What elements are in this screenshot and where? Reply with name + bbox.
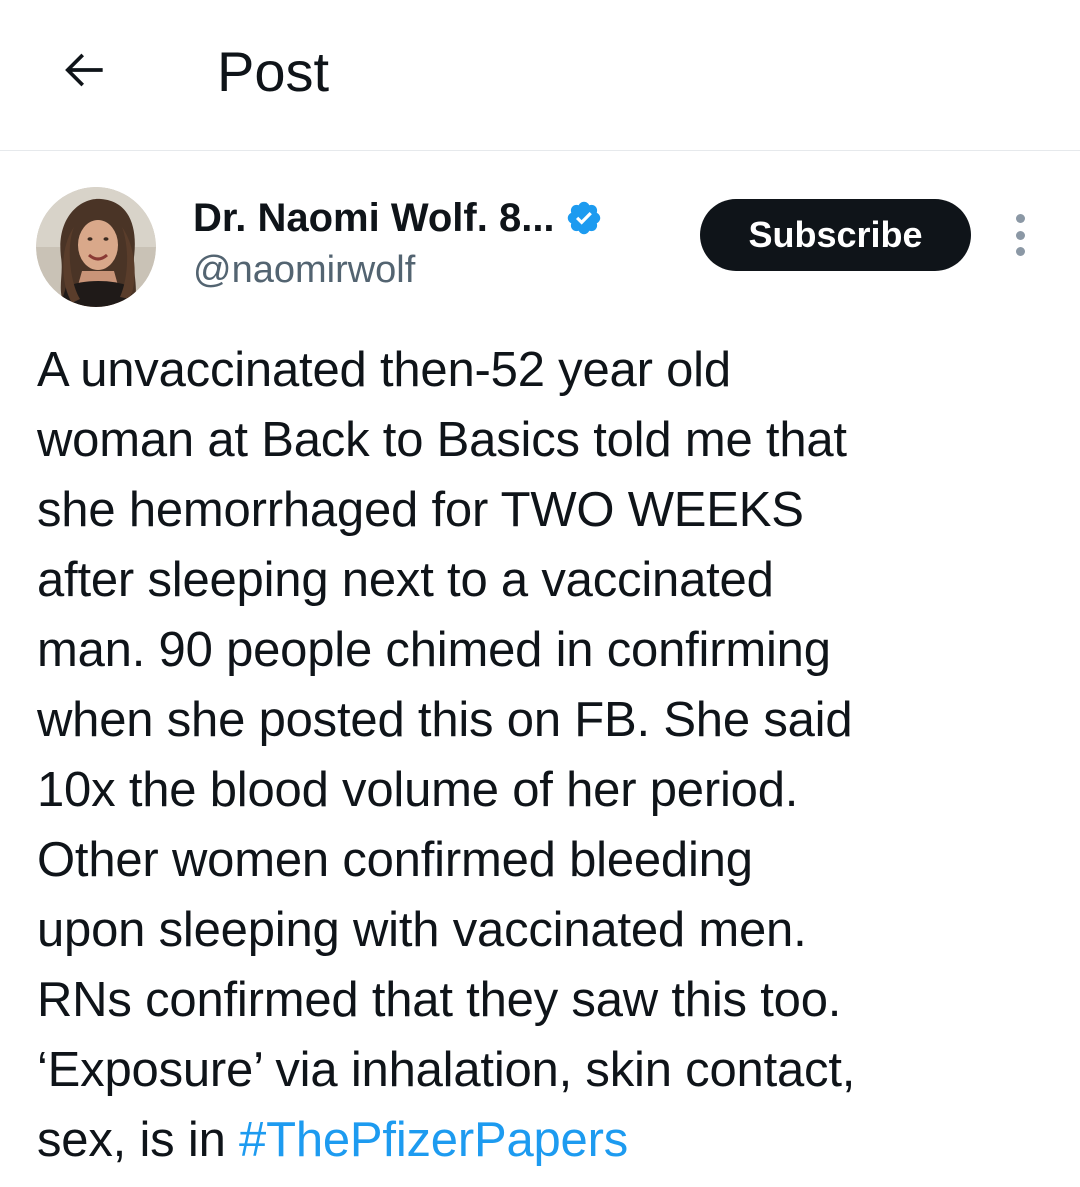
post-text-line: ‘Exposure’ via inhalation, skin contact, — [37, 1043, 856, 1097]
author-name[interactable]: Dr. Naomi Wolf. 8... — [193, 194, 555, 242]
back-button[interactable] — [48, 34, 120, 106]
post-text-line: Other women confirmed bleeding — [37, 833, 753, 887]
arrow-left-icon — [65, 53, 103, 87]
post-text-prefix: sex, is in — [37, 1113, 240, 1167]
more-dot — [1015, 230, 1025, 240]
top-bar: Post — [0, 0, 1080, 151]
more-dot — [1015, 247, 1025, 256]
post-text-line: when she posted this on FB. She said — [37, 693, 853, 747]
profile-photo — [36, 187, 156, 307]
post-text-last-line: sex, is in #ThePfizerPapers — [37, 1105, 1037, 1175]
post-text: A unvaccinated then-52 year old woman at… — [37, 335, 1037, 1175]
post-text-line: after sleeping next to a vaccinated — [37, 553, 774, 607]
more-dot — [1015, 214, 1025, 223]
post-text-line: 10x the blood volume of her period. — [37, 763, 799, 817]
author-name-row[interactable]: Dr. Naomi Wolf. 8... — [193, 194, 603, 242]
avatar[interactable] — [36, 187, 156, 307]
hashtag-link[interactable]: #ThePfizerPapers — [239, 1113, 628, 1167]
post-text-line: RNs confirmed that they saw this too. — [37, 973, 842, 1027]
page-title: Post — [217, 40, 330, 103]
subscribe-button[interactable]: Subscribe — [700, 199, 971, 271]
post-text-line: she hemorrhaged for TWO WEEKS — [37, 483, 804, 537]
post-text-line: man. 90 people chimed in confirming — [37, 623, 831, 677]
post-text-line: upon sleeping with vaccinated men. — [37, 903, 807, 957]
more-vertical-icon[interactable] — [1002, 210, 1038, 260]
author-handle[interactable]: @naomirwolf — [193, 247, 415, 293]
post-text-line: A unvaccinated then-52 year old — [37, 343, 731, 397]
verified-badge-icon — [565, 199, 603, 237]
post-text-line: woman at Back to Basics told me that — [37, 413, 847, 467]
